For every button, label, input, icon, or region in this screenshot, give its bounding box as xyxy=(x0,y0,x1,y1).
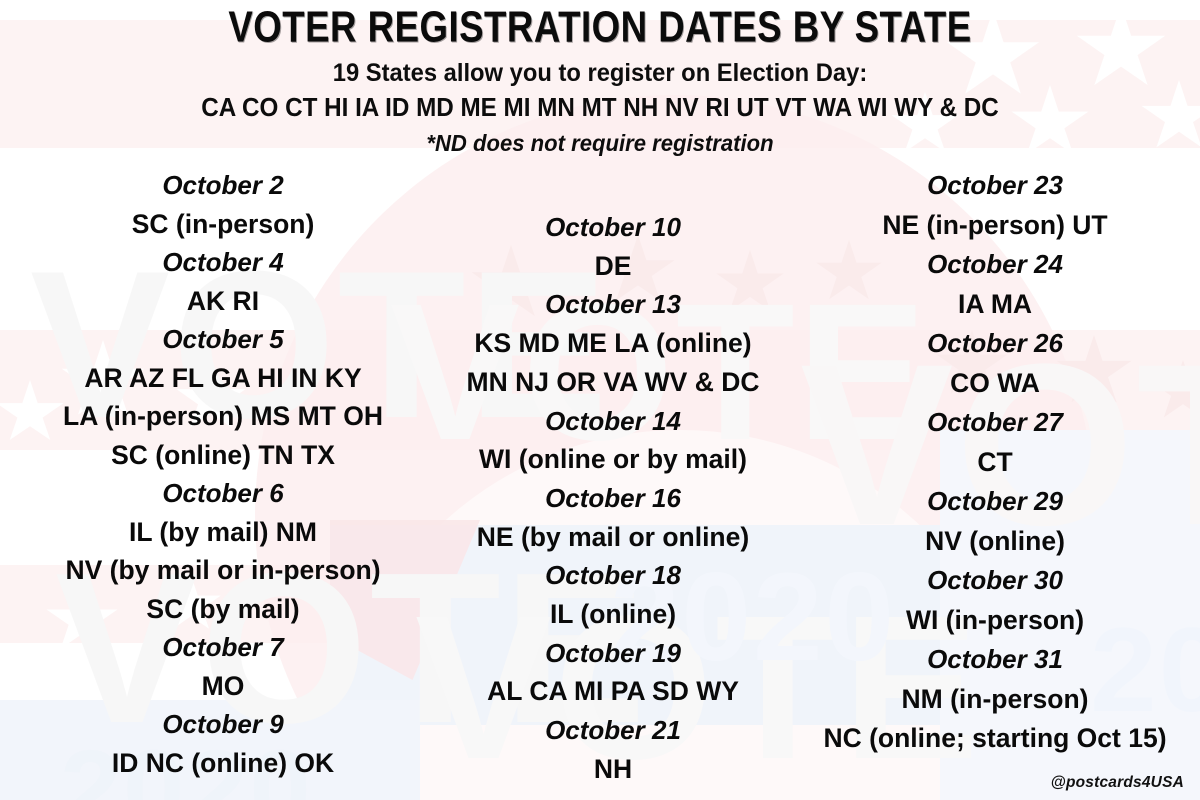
date-heading: October 2 xyxy=(162,170,284,200)
election-day-state-list: CA CO CT HI IA ID MD ME MI MN MT NH NV R… xyxy=(201,94,999,122)
date-heading: October 18 xyxy=(545,560,681,591)
column-middle: October 10 DE October 13 KS MD ME LA (onlin… xyxy=(418,208,808,789)
date-heading: October 29 xyxy=(927,486,1063,516)
state-list-line: ID NC (online) OK xyxy=(111,747,335,778)
state-list-line: NE (by mail or online) xyxy=(476,521,750,552)
state-list-line: NH xyxy=(593,753,633,784)
date-heading: October 5 xyxy=(162,324,284,354)
state-list-line: IA MA xyxy=(957,288,1033,319)
state-list-line: KS MD ME LA (online) xyxy=(474,328,752,359)
state-list-line: CT xyxy=(977,446,1013,477)
election-day-headline: 19 States allow you to register on Elect… xyxy=(332,59,868,87)
date-heading: October 23 xyxy=(927,170,1063,200)
state-list-line: SC (by mail) xyxy=(146,593,300,624)
date-heading: October 31 xyxy=(927,644,1063,674)
nd-footnote: *ND does not require registration xyxy=(426,130,774,156)
state-list-line: SC (in-person) xyxy=(131,208,315,239)
state-list-line: IL (online) xyxy=(549,599,677,630)
column-left: October 2 SC (in-person) October 4 AK RI Oct… xyxy=(18,166,428,782)
date-heading: October 13 xyxy=(545,289,681,320)
state-list-line: NM (in-person) xyxy=(901,683,1089,714)
election-day-note: 19 States allow you to register on Elect… xyxy=(0,58,1200,159)
date-columns: October 2 SC (in-person) October 4 AK RI Oct… xyxy=(0,160,1200,800)
date-heading: October 9 xyxy=(162,709,284,739)
state-list-line: DE xyxy=(594,250,632,281)
state-list-line: WI (in-person) xyxy=(905,604,1085,635)
date-heading: October 10 xyxy=(545,212,681,242)
date-heading: October 24 xyxy=(927,249,1063,279)
state-list-line: NV (online) xyxy=(925,525,1065,556)
state-list-line: NC (online; starting Oct 15) xyxy=(823,723,1167,753)
date-heading: October 27 xyxy=(927,407,1063,437)
date-heading: October 14 xyxy=(545,405,681,436)
column-right: October 23 NE (in-person) UT October 24 IA … xyxy=(790,166,1200,759)
state-list-line: AR AZ FL GA HI IN KY xyxy=(84,362,362,393)
state-list-line: MO xyxy=(201,670,245,701)
state-list-line: LA (in-person) MS MT OH xyxy=(63,401,383,431)
state-list-line: CO WA xyxy=(950,367,1040,398)
date-heading: October 30 xyxy=(927,565,1063,595)
date-heading: October 6 xyxy=(162,478,284,508)
state-list-line: MN NJ OR VA WV & DC xyxy=(466,366,760,397)
date-heading: October 7 xyxy=(162,632,284,662)
state-list-line: WI (online or by mail) xyxy=(479,444,747,475)
date-heading: October 21 xyxy=(545,715,681,746)
state-list-line: AL CA MI PA SD WY xyxy=(487,676,739,707)
page-title: VOTER REGISTRATION DATES BY STATE xyxy=(228,3,972,52)
attribution-handle: @postcards4USA xyxy=(1050,774,1184,791)
infographic-poster: VOTE VOTE VOTE VOTE VOTE 2020 2020 2020 … xyxy=(0,0,1200,800)
date-heading: October 16 xyxy=(545,482,681,513)
state-list-line: NV (by mail or in-person) xyxy=(65,555,381,585)
state-list-line: SC (online) TN TX xyxy=(111,439,335,470)
state-list-line: AK RI xyxy=(186,285,260,316)
date-heading: October 19 xyxy=(545,637,681,668)
poster-content: VOTER REGISTRATION DATES BY STATE 19 Sta… xyxy=(0,0,1200,800)
date-heading: October 26 xyxy=(927,328,1063,358)
date-heading: October 4 xyxy=(162,247,284,277)
state-list-line: IL (by mail) NM xyxy=(129,516,317,547)
state-list-line: NE (in-person) UT xyxy=(882,209,1108,240)
